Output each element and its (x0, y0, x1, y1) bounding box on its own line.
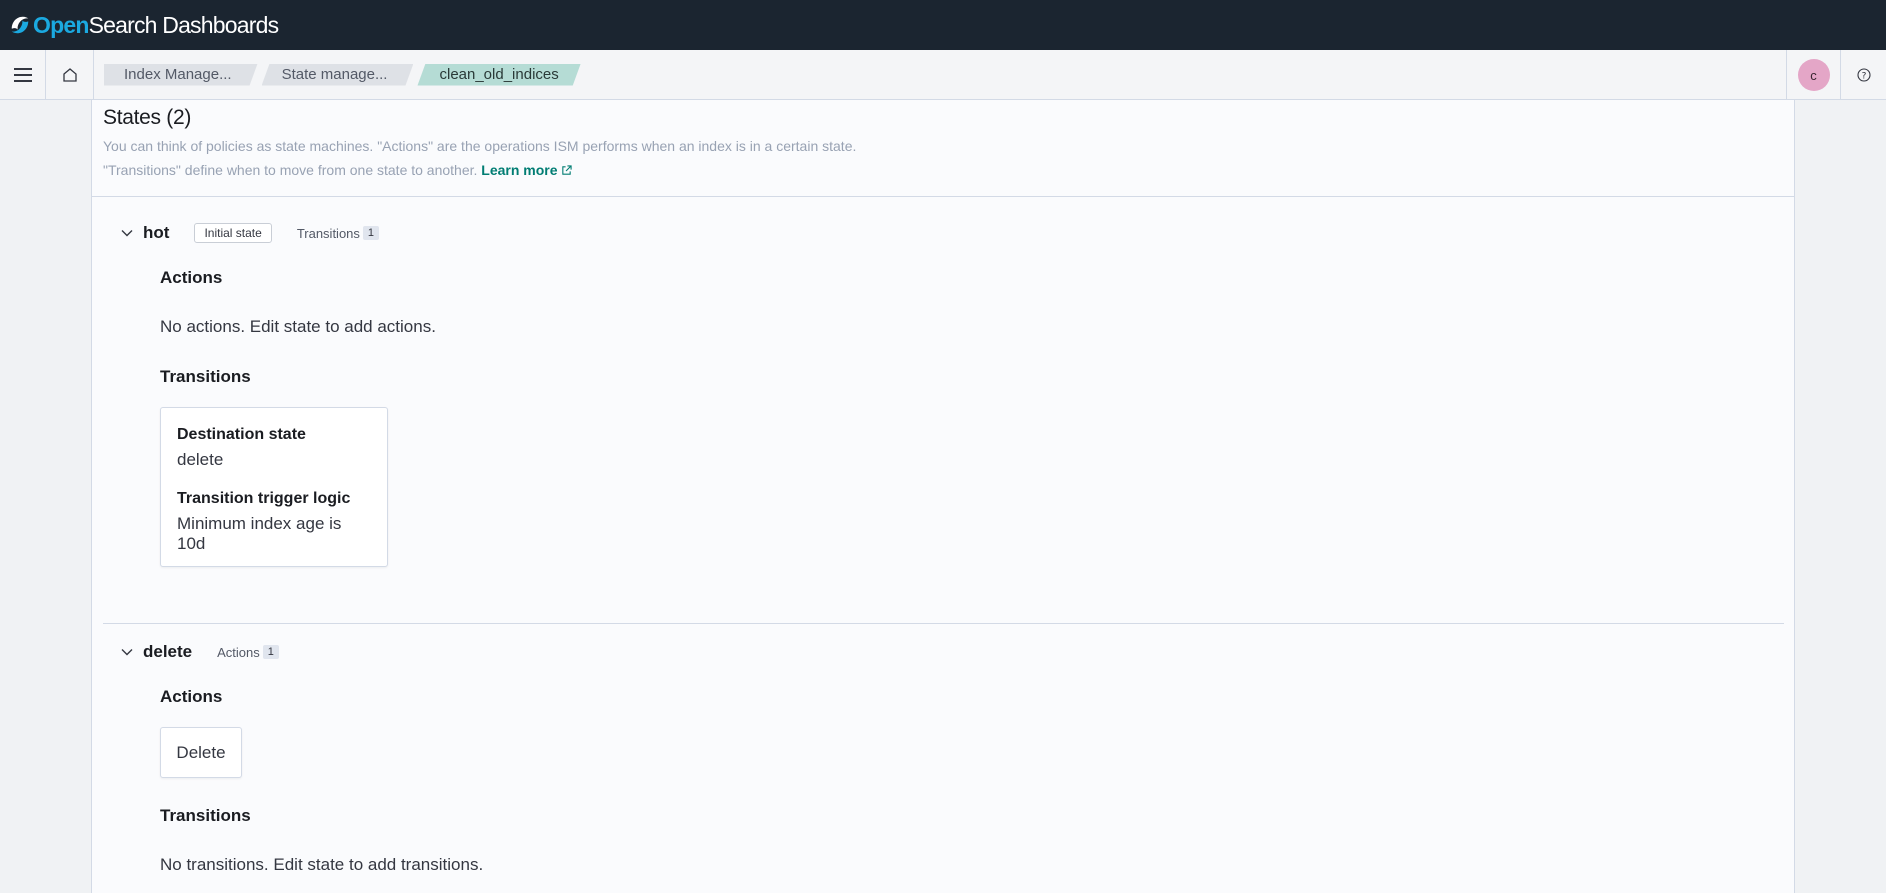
opensearch-logo[interactable]: OpenSearch Dashboards (9, 0, 279, 50)
chevron-down-icon[interactable] (120, 226, 134, 240)
state-hot: hot Initial state Transitions 1 Actions N… (92, 218, 1794, 567)
breadcrumb: Index Manage... State manage... clean_ol… (104, 64, 585, 86)
state-name: hot (143, 223, 170, 242)
actions-heading: Actions (160, 687, 223, 706)
states-description-line1: You can think of policies as state machi… (103, 138, 857, 154)
breadcrumb-state-management[interactable]: State manage... (262, 64, 414, 86)
state-delete-header[interactable]: delete Actions 1 (120, 637, 1794, 667)
actions-heading: Actions (160, 268, 223, 287)
external-link-icon (561, 165, 572, 175)
transition-card: Destination state delete Transition trig… (160, 407, 388, 567)
states-panel-header: States (2) You can think of policies as … (92, 100, 1794, 197)
user-menu-button[interactable]: c (1786, 50, 1840, 100)
action-card-delete: Delete (160, 727, 242, 778)
avatar: c (1797, 59, 1830, 91)
home-button[interactable] (46, 49, 94, 100)
destination-state-label: Destination state (177, 426, 306, 443)
menu-button[interactable] (0, 49, 46, 100)
transitions-count: Transitions 1 (297, 226, 380, 241)
help-button[interactable]: ? (1840, 50, 1886, 100)
states-description: You can think of policies as state machi… (103, 134, 1783, 182)
no-actions-text: No actions. Edit state to add actions. (160, 317, 436, 336)
states-panel: States (2) You can think of policies as … (91, 100, 1795, 893)
transitions-heading: Transitions (160, 367, 251, 386)
logo-text: OpenSearch Dashboards (33, 12, 279, 38)
svg-text:?: ? (1861, 72, 1866, 82)
hamburger-menu-icon (13, 67, 32, 82)
opensearch-logo-icon (11, 16, 29, 34)
learn-more-link[interactable]: Learn more (481, 162, 572, 178)
navigation-bar: Index Manage... State manage... clean_ol… (0, 49, 1886, 100)
no-transitions-text: No transitions. Edit state to add transi… (160, 855, 484, 874)
destination-state-value: delete (177, 450, 224, 469)
help-icon: ? (1856, 68, 1871, 82)
page-title: States (2) (103, 106, 192, 129)
state-name: delete (143, 642, 193, 661)
transition-trigger-label: Transition trigger logic (177, 490, 351, 507)
initial-state-badge: Initial state (194, 223, 272, 243)
states-description-line2: "Transitions" define when to move from o… (103, 162, 478, 178)
breadcrumb-index-management[interactable]: Index Manage... (104, 64, 258, 86)
transition-trigger-value: Minimum index age is 10d (177, 514, 342, 553)
top-header: OpenSearch Dashboards (0, 0, 1886, 50)
transitions-heading: Transitions (160, 806, 251, 825)
actions-count: Actions 1 (217, 645, 279, 660)
state-hot-header[interactable]: hot Initial state Transitions 1 (120, 218, 1794, 248)
action-name: Delete (176, 742, 226, 762)
state-delete: delete Actions 1 Actions Delete Transitio… (92, 637, 1794, 875)
breadcrumb-current-policy: clean_old_indices (417, 64, 580, 86)
home-icon (62, 67, 77, 82)
divider (103, 623, 1784, 624)
chevron-down-icon[interactable] (120, 645, 134, 659)
